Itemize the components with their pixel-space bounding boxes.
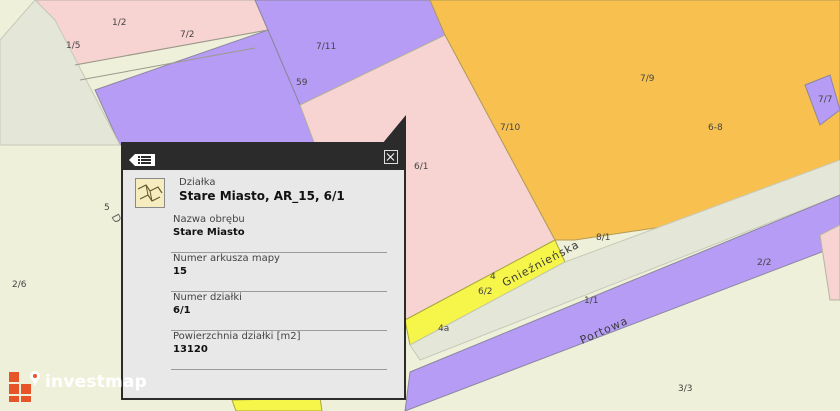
field-parcel-area: Powierzchnia działki [m2] 13120 [171, 331, 387, 370]
field-value: 15 [173, 266, 187, 277]
parcel-map-thumbnail-icon [135, 178, 165, 208]
parcel-label: 4a [438, 324, 450, 334]
parcel-info-popup: Działka Stare Miasto, AR_15, 6/1 Nazwa o… [121, 142, 406, 400]
parcel-label: 7/9 [640, 74, 655, 84]
parcel-label: 4 [490, 272, 496, 282]
field-precinct: Nazwa obrębu Stare Miasto [171, 214, 387, 253]
brand-name: investmap [45, 372, 147, 392]
field-label: Nazwa obrębu [173, 214, 245, 225]
parcel-label: 1/5 [66, 41, 81, 51]
parcel-label: 7/2 [180, 30, 195, 40]
field-label: Numer działki [173, 292, 242, 303]
parcel-label: 7/7 [818, 95, 833, 105]
parcel-label: 7/11 [316, 42, 337, 52]
parcel-label: 2/6 [12, 280, 27, 290]
popup-header [123, 144, 404, 170]
parcel-label: 1/2 [112, 18, 127, 28]
field-label: Powierzchnia działki [m2] [173, 331, 301, 342]
field-value: 13120 [173, 344, 208, 355]
field-map-sheet: Numer arkusza mapy 15 [171, 253, 387, 292]
parcel-label: 2/2 [757, 258, 772, 268]
popup-pointer [382, 115, 406, 144]
close-icon[interactable] [384, 150, 398, 164]
parcel-label: 8/1 [596, 233, 611, 243]
parcel-label: 1/1 [584, 296, 599, 306]
parcel-label: 6-8 [708, 123, 723, 133]
parcel-label: 7/10 [500, 123, 521, 133]
field-value: Stare Miasto [173, 227, 245, 238]
parcel-label: 5 [104, 203, 110, 213]
list-menu-icon[interactable] [129, 151, 155, 166]
investmap-logo-icon [9, 371, 40, 402]
parcel-label: 59 [296, 78, 308, 88]
field-value: 6/1 [173, 305, 191, 316]
parcel-title: Stare Miasto, AR_15, 6/1 [179, 189, 345, 203]
parcel-label: 3/3 [678, 384, 693, 394]
object-type-label: Działka [179, 177, 216, 188]
parcel-label: 6/1 [414, 162, 429, 172]
field-label: Numer arkusza mapy [173, 253, 280, 264]
parcel-label: 6/2 [478, 287, 493, 297]
field-parcel-number: Numer działki 6/1 [171, 292, 387, 331]
